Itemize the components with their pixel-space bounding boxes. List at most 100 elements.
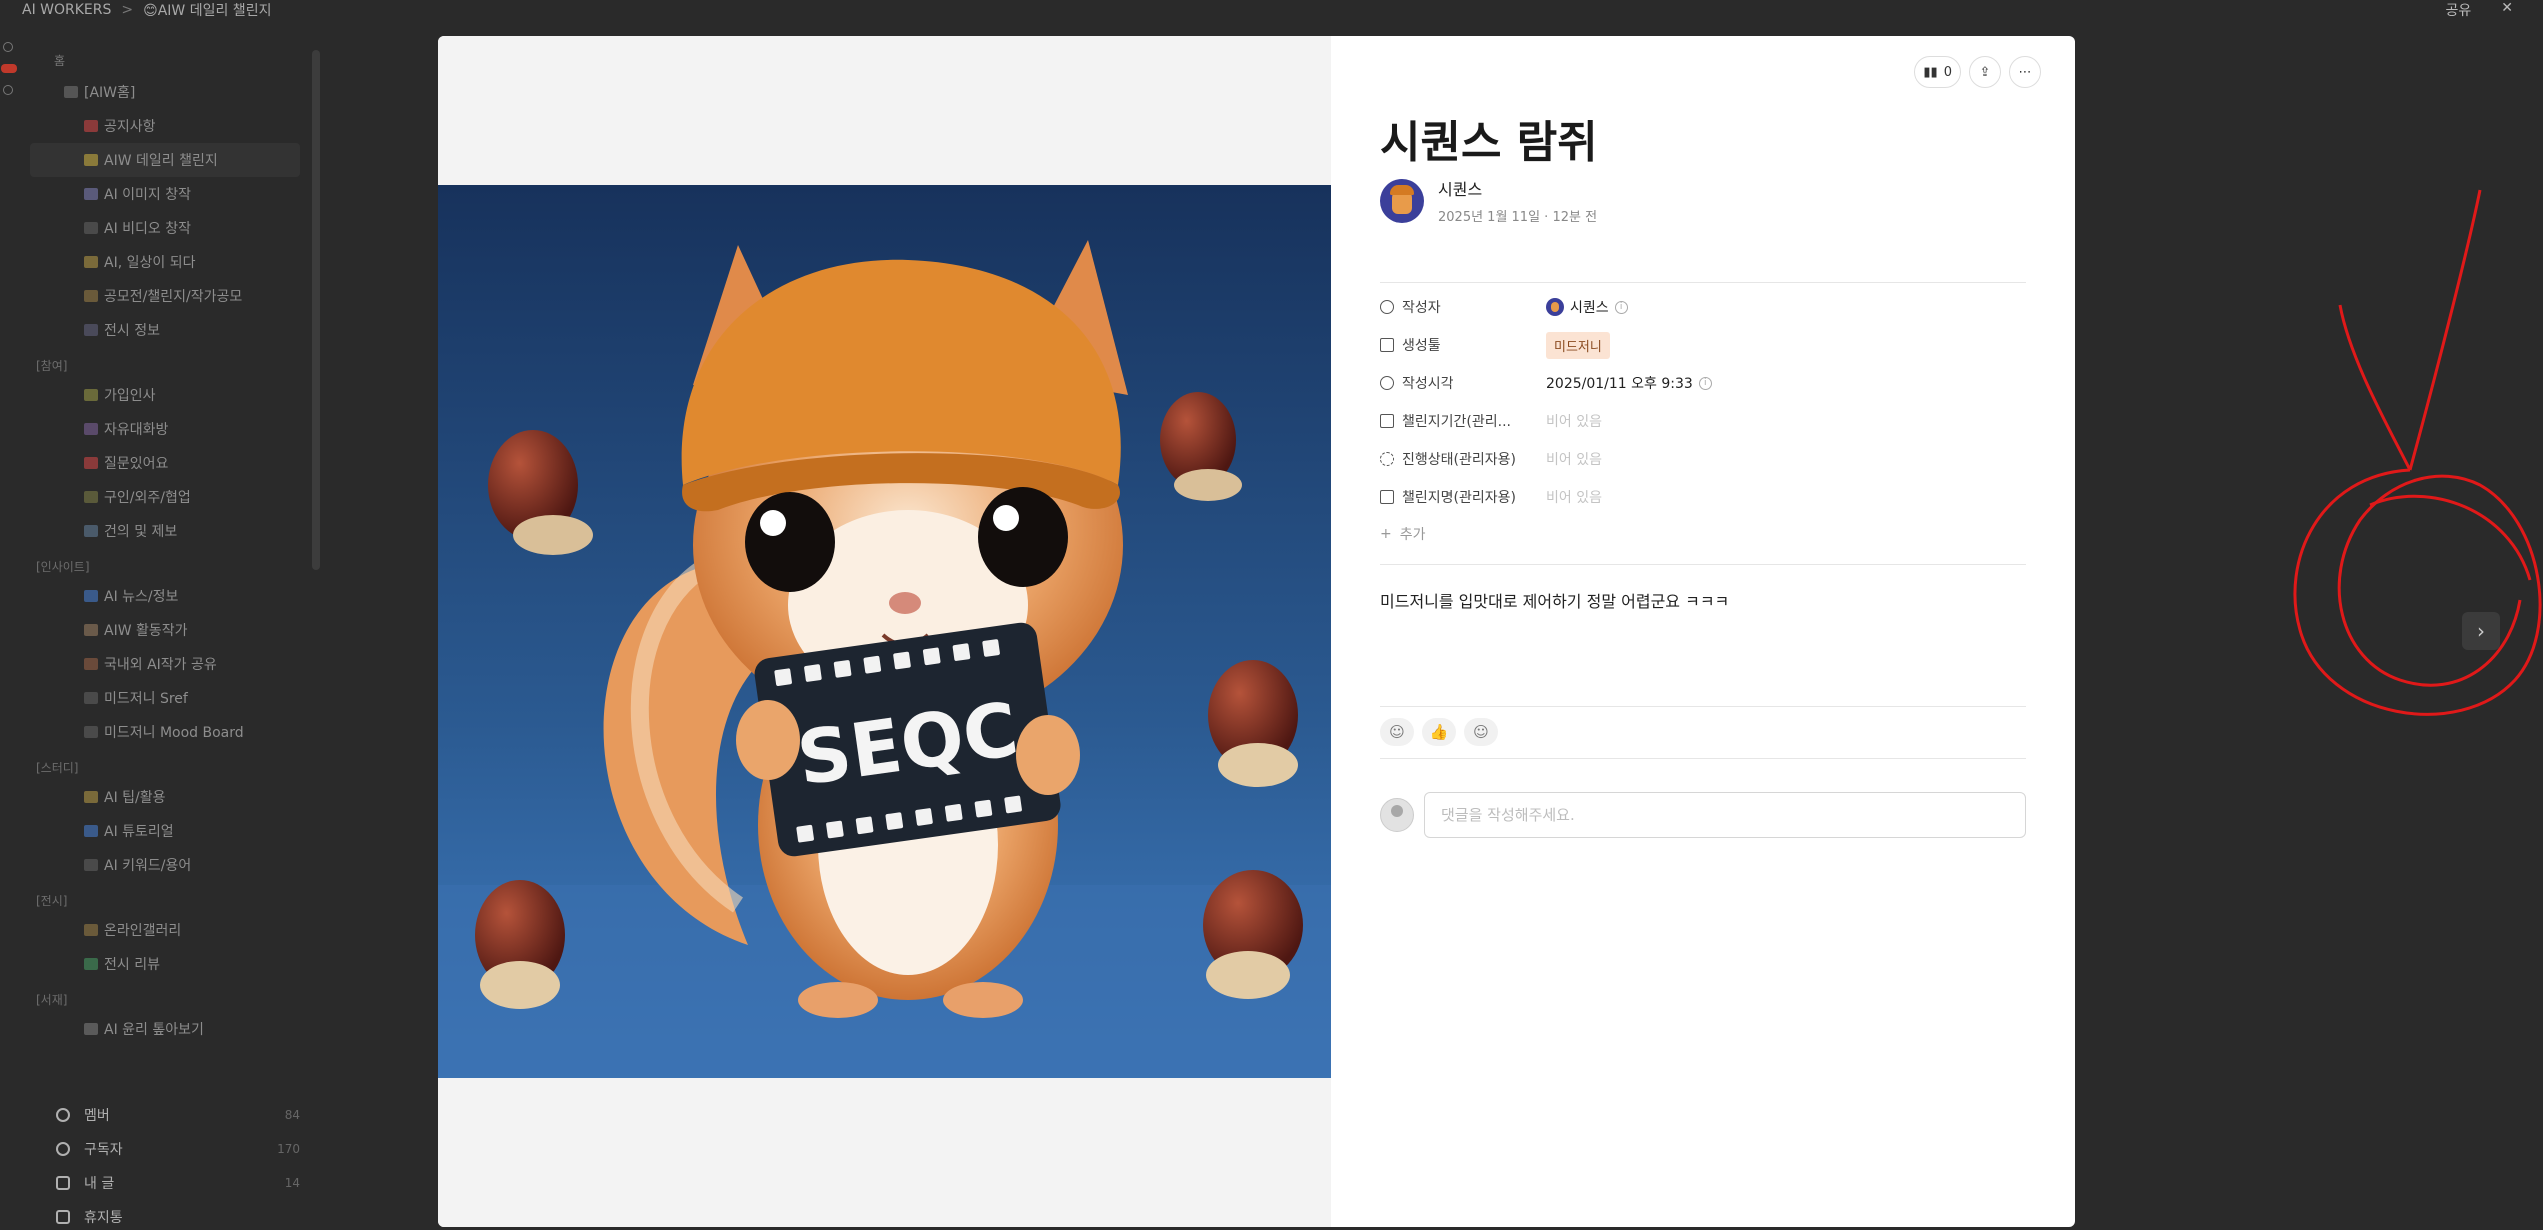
- sidebar-item-exhibition[interactable]: 전시 정보: [30, 313, 320, 347]
- sidebar-item-greeting[interactable]: 가입인사: [30, 378, 320, 412]
- sidebar-item-hiring[interactable]: 구인/외주/협업: [30, 480, 320, 514]
- sidebar-item-label: 질문있어요: [104, 456, 169, 472]
- thumbs-up-button[interactable]: 👍: [1422, 718, 1456, 746]
- building-icon: [84, 324, 98, 336]
- views-button[interactable]: ▮▮ 0: [1914, 56, 1961, 88]
- mailbox-icon: [84, 525, 98, 537]
- sidebar-item-label: 미드저니 Mood Board: [104, 725, 244, 741]
- share-post-button[interactable]: ⇪: [1969, 56, 2001, 88]
- author-name[interactable]: 시퀀스: [1438, 176, 1597, 200]
- question-icon: [84, 457, 98, 469]
- sidebar-item-label: 구인/외주/협업: [104, 490, 191, 506]
- prop-created-time[interactable]: 작성시각 2025/01/11 오후 9:33 i: [1380, 364, 2026, 402]
- reaction-bar: ☺ 👍 ☺: [1380, 718, 1498, 746]
- sidebar-item-keywords[interactable]: AI 키워드/용어: [30, 848, 320, 882]
- sidebar-trash[interactable]: 휴지통: [30, 1200, 300, 1230]
- tool-tag[interactable]: 미드저니: [1546, 331, 1610, 359]
- sidebar-item-label: AI 이미지 창작: [104, 187, 192, 203]
- breadcrumb-page[interactable]: 😊AIW 데일리 챌린지: [143, 0, 271, 20]
- prop-value[interactable]: 시퀀스: [1570, 297, 1609, 317]
- sidebar-item-daily-challenge[interactable]: AIW 데일리 챌린지: [30, 143, 300, 177]
- sidebar-item-free-talk[interactable]: 자유대화방: [30, 412, 320, 446]
- sidebar-item-label: [AIW홈]: [84, 85, 136, 101]
- gallery-icon: [84, 924, 98, 936]
- sidebar-item-question[interactable]: 질문있어요: [30, 446, 320, 480]
- sidebar-item-gallery[interactable]: 온라인갤러리: [30, 913, 320, 947]
- prop-value[interactable]: 비어 있음: [1546, 487, 1602, 507]
- trophy-icon: [84, 290, 98, 302]
- home-icon[interactable]: [3, 42, 13, 52]
- person-icon: [84, 658, 98, 670]
- divider: [1380, 564, 2026, 565]
- sidebar-item-artists[interactable]: AIW 활동작가: [30, 613, 320, 647]
- notification-badge[interactable]: [1, 64, 17, 73]
- breadcrumb-workspace[interactable]: AI WORKERS: [22, 2, 111, 18]
- comment-input[interactable]: [1424, 792, 2026, 838]
- sidebar-item-review[interactable]: 전시 리뷰: [30, 947, 320, 981]
- sidebar-item-tips[interactable]: AI 팁/활용: [30, 780, 320, 814]
- sidebar-scrollbar[interactable]: [312, 50, 320, 570]
- sidebar-item-label: AI 팁/활용: [104, 790, 166, 806]
- sidebar-item-video[interactable]: AI 비디오 창작: [30, 211, 320, 245]
- sidebar-item-moodboard[interactable]: 미드저니 Mood Board: [30, 715, 320, 749]
- settings-icon[interactable]: [3, 85, 13, 95]
- plus-icon: +: [1380, 526, 1392, 542]
- clapper-icon: [84, 222, 98, 234]
- prop-key: 챌린지기간(관리...: [1402, 414, 1511, 430]
- prop-value[interactable]: 비어 있음: [1546, 449, 1602, 469]
- sidebar-item-feedback[interactable]: 건의 및 제보: [30, 514, 320, 548]
- prop-key: 챌린지명(관리자용): [1402, 490, 1516, 506]
- sidebar-members[interactable]: 멤버 84: [30, 1098, 300, 1132]
- trash-icon: [56, 1210, 70, 1224]
- more-button[interactable]: ⋯: [2009, 56, 2041, 88]
- sidebar-subscribers[interactable]: 구독자 170: [30, 1132, 300, 1166]
- prop-value[interactable]: 비어 있음: [1546, 411, 1602, 431]
- sidebar-item-global-artists[interactable]: 국내외 AI작가 공유: [30, 647, 320, 681]
- share-button[interactable]: 공유: [2446, 0, 2472, 20]
- info-icon[interactable]: i: [1698, 376, 1712, 390]
- sidebar-item-notice[interactable]: 공지사항: [30, 109, 320, 143]
- prop-challenge-name[interactable]: 챌린지명(관리자용) 비어 있음: [1380, 478, 2026, 516]
- avatar[interactable]: [1380, 178, 1424, 223]
- add-reaction-button[interactable]: ☺: [1464, 718, 1498, 746]
- prop-challenge-period[interactable]: 챌린지기간(관리... 비어 있음: [1380, 402, 2026, 440]
- sidebar-item-image[interactable]: AI 이미지 창작: [30, 177, 320, 211]
- prop-author[interactable]: 작성자 시퀀스 i: [1380, 288, 2026, 326]
- comment-reaction-button[interactable]: ☺: [1380, 718, 1414, 746]
- handshake-icon: [84, 491, 98, 503]
- sidebar-item-label: 내 글: [84, 1176, 115, 1192]
- sidebar-item-label: 온라인갤러리: [104, 923, 182, 939]
- next-post-button[interactable]: ›: [2462, 612, 2500, 650]
- info-icon[interactable]: i: [1614, 300, 1628, 314]
- sidebar-item-tutorial[interactable]: AI 튜토리얼: [30, 814, 320, 848]
- avatar: [1380, 798, 1414, 832]
- upload-icon: ⇪: [1979, 64, 1991, 80]
- detail-panel: ▮▮ 0 ⇪ ⋯ 시퀀스 람쥐 시퀀스 2025년 1월 11일 · 12분 전…: [1331, 36, 2075, 1227]
- post-title: 시퀀스 람쥐: [1380, 117, 1598, 168]
- prop-tool[interactable]: 생성툴 미드저니: [1380, 326, 2026, 364]
- status-icon: [1380, 452, 1394, 466]
- sidebar-group-label: [인사이트]: [36, 560, 90, 574]
- prop-status[interactable]: 진행상태(관리자용) 비어 있음: [1380, 440, 2026, 478]
- sidebar-my-posts[interactable]: 내 글 14: [30, 1166, 300, 1200]
- sidebar-item-contest[interactable]: 공모전/챌린지/작가공모: [30, 279, 320, 313]
- image-icon: [84, 188, 98, 200]
- post-image[interactable]: SEQC: [438, 185, 1331, 1078]
- document-icon: [56, 1176, 70, 1190]
- divider: [1380, 282, 2026, 283]
- sidebar-item-label: AIW 데일리 챌린지: [104, 153, 218, 169]
- divider: [1380, 758, 2026, 759]
- sidebar-item-ethics[interactable]: AI 윤리 톺아보기: [30, 1012, 320, 1046]
- close-icon[interactable]: ✕: [2501, 0, 2513, 20]
- news-icon: [84, 590, 98, 602]
- clock-icon: [1380, 376, 1394, 390]
- post-body: 미드저니를 입맛대로 제어하기 정말 어렵군요 ㅋㅋㅋ: [1380, 592, 1730, 611]
- user-circle-icon: [1380, 300, 1394, 314]
- sidebar-item-daily[interactable]: AI, 일상이 되다: [30, 245, 320, 279]
- sidebar-group-label: [전시]: [36, 894, 68, 908]
- add-property-button[interactable]: + 추가: [1380, 516, 2026, 552]
- sidebar-item-sref[interactable]: 미드저니 Sref: [30, 681, 320, 715]
- review-icon: [84, 958, 98, 970]
- sidebar-item-news[interactable]: AI 뉴스/정보: [30, 579, 320, 613]
- sidebar-item-root[interactable]: [AIW홈]: [30, 75, 320, 109]
